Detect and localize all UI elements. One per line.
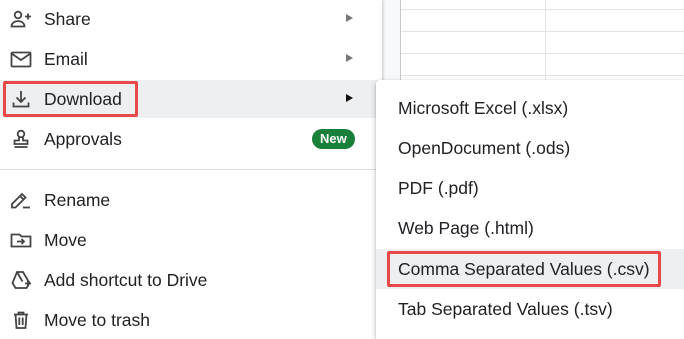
- menu-item-add-shortcut[interactable]: Add shortcut to Drive: [0, 261, 382, 299]
- file-menu: Share Email Download Approvals New Renam…: [0, 0, 382, 339]
- download-option-tsv[interactable]: Tab Separated Values (.tsv): [376, 289, 684, 329]
- menu-item-download[interactable]: Download: [0, 80, 382, 118]
- person-add-icon: [10, 9, 32, 29]
- download-option-pdf[interactable]: PDF (.pdf): [376, 168, 684, 208]
- menu-item-share[interactable]: Share: [0, 0, 382, 38]
- menu-item-label: Move to trash: [44, 310, 151, 330]
- download-submenu: Microsoft Excel (.xlsx) OpenDocument (.o…: [376, 80, 684, 339]
- submenu-arrow-icon: [346, 14, 353, 22]
- menu-item-label: Approvals: [44, 129, 122, 149]
- download-option-csv[interactable]: Comma Separated Values (.csv): [376, 249, 684, 289]
- download-option-label: Comma Separated Values (.csv): [398, 259, 650, 279]
- menu-item-rename[interactable]: Rename: [0, 181, 382, 219]
- download-option-label: Microsoft Excel (.xlsx): [398, 98, 569, 118]
- envelope-icon: [10, 49, 32, 69]
- menu-item-label: Rename: [44, 190, 111, 210]
- menu-item-approvals[interactable]: Approvals New: [0, 120, 382, 158]
- menu-item-label: Add shortcut to Drive: [44, 270, 208, 290]
- download-option-label: Web Page (.html): [398, 218, 534, 238]
- download-option-html[interactable]: Web Page (.html): [376, 208, 684, 248]
- download-option-label: PDF (.pdf): [398, 178, 479, 198]
- trash-icon: [10, 310, 32, 330]
- download-option-label: OpenDocument (.ods): [398, 138, 571, 158]
- menu-item-move[interactable]: Move: [0, 221, 382, 259]
- download-icon: [10, 89, 32, 109]
- download-option-label: Tab Separated Values (.tsv): [398, 299, 613, 319]
- menu-item-move-to-trash[interactable]: Move to trash: [0, 301, 382, 339]
- add-to-drive-icon: [10, 270, 32, 290]
- menu-item-label: Move: [44, 230, 87, 250]
- menu-item-label: Share: [44, 9, 91, 29]
- download-option-ods[interactable]: OpenDocument (.ods): [376, 128, 684, 168]
- menu-item-label: Email: [44, 49, 88, 69]
- download-option-xlsx[interactable]: Microsoft Excel (.xlsx): [376, 88, 684, 128]
- submenu-arrow-icon: [346, 54, 353, 62]
- menu-item-label: Download: [44, 89, 122, 109]
- submenu-arrow-icon: [346, 94, 353, 102]
- new-badge: New: [312, 129, 355, 149]
- menu-divider: [0, 169, 382, 170]
- stamp-icon: [10, 129, 32, 149]
- pencil-icon: [10, 190, 32, 210]
- menu-item-email[interactable]: Email: [0, 40, 382, 78]
- folder-move-icon: [10, 230, 32, 250]
